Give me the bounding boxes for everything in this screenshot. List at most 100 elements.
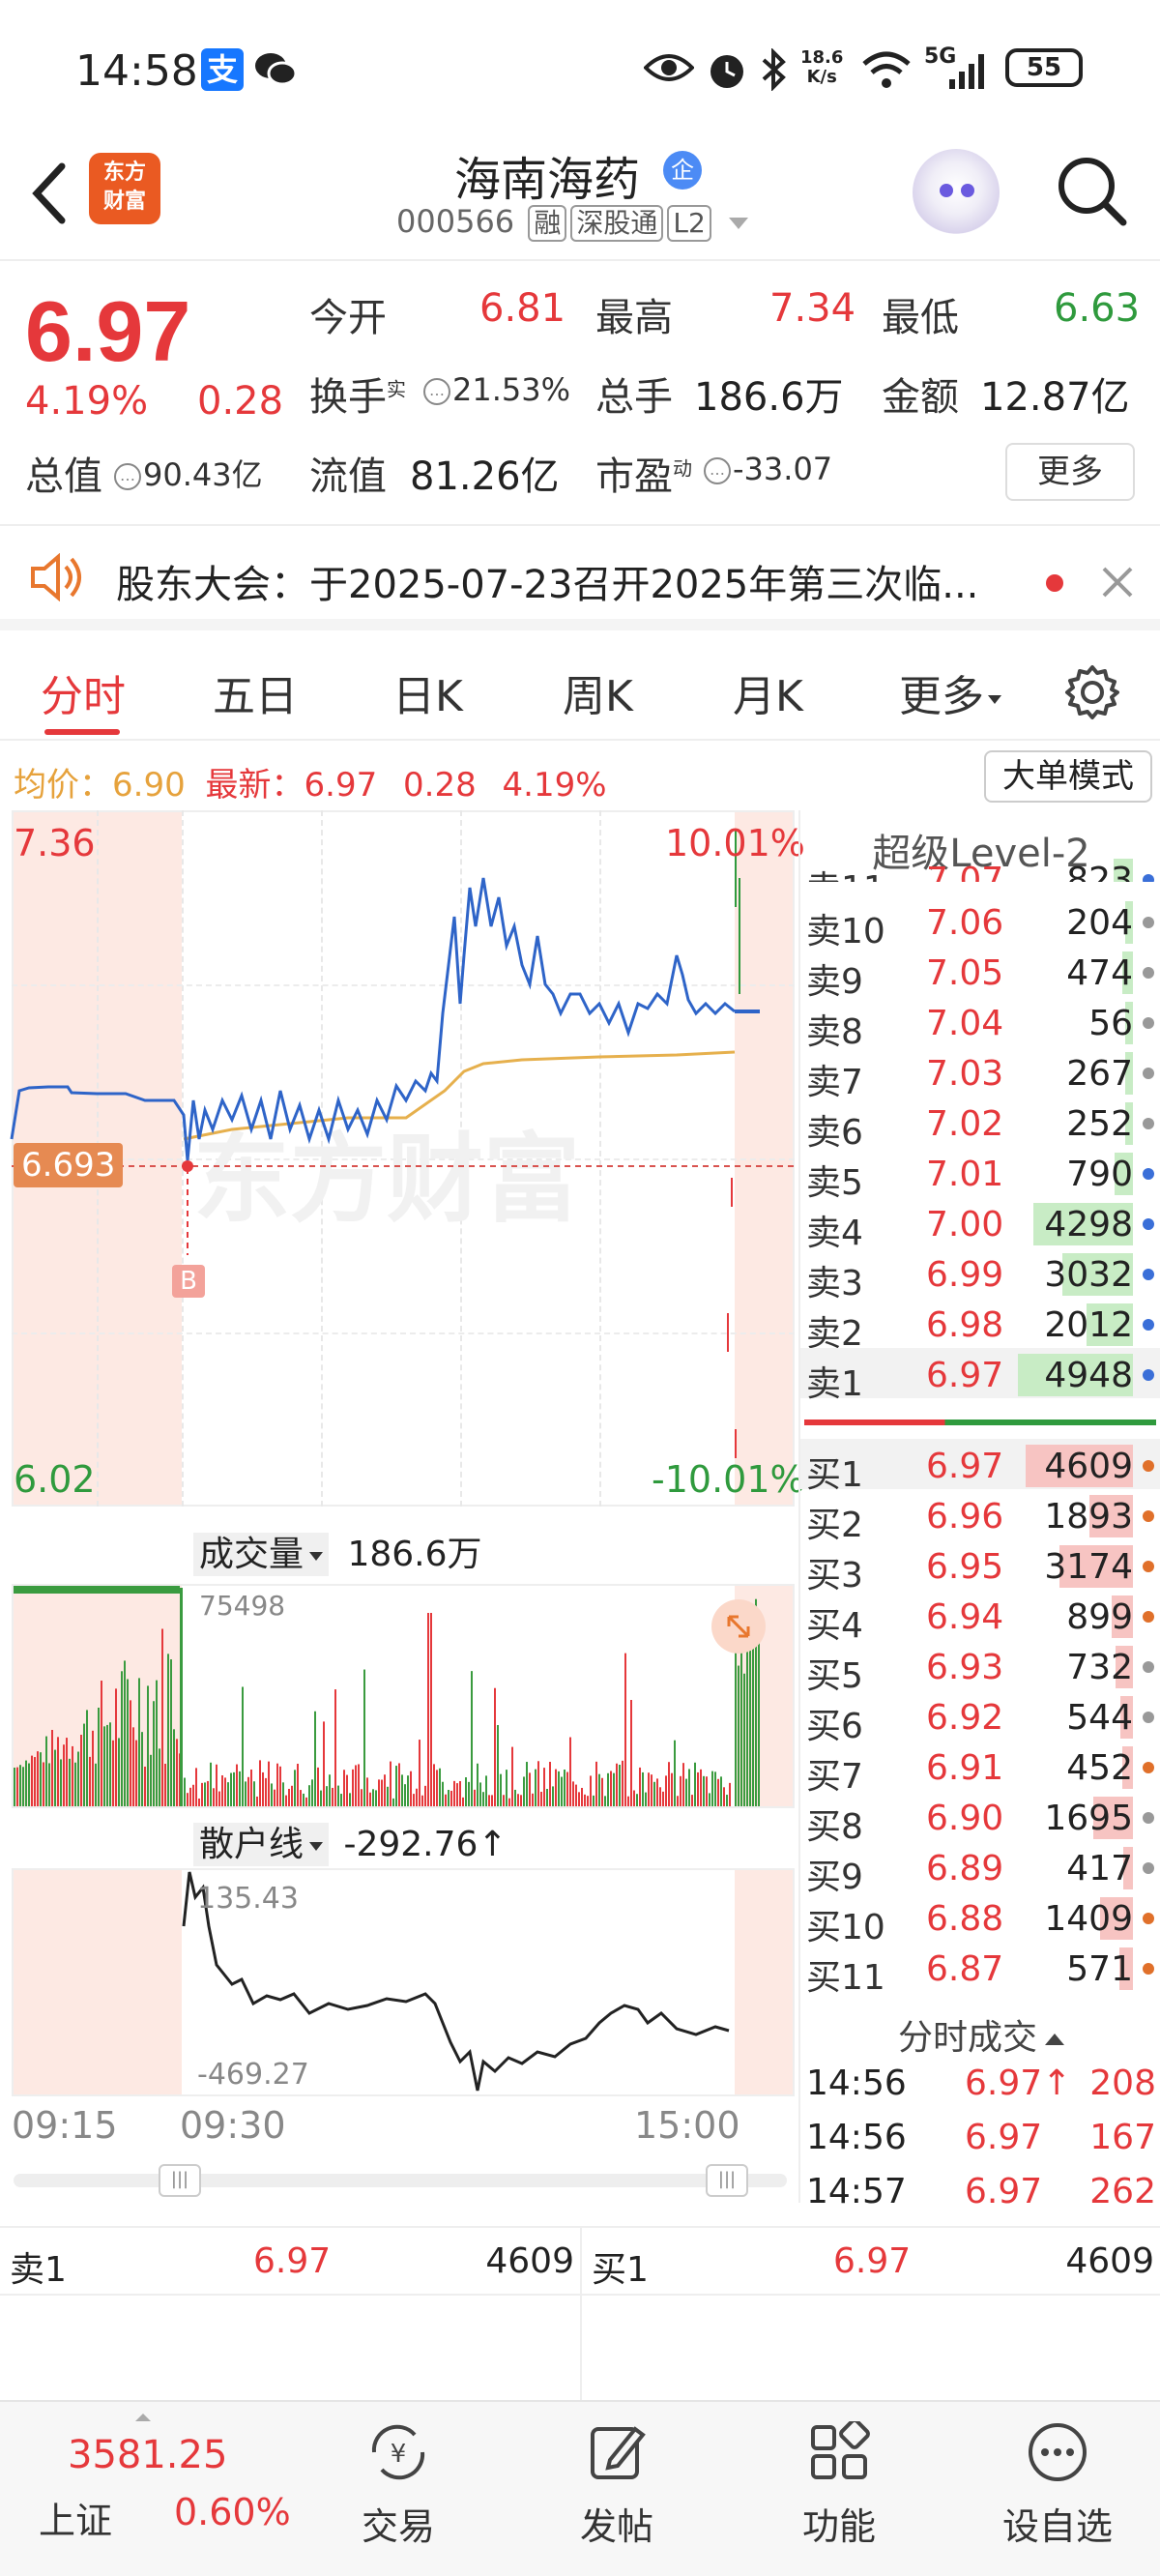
- bid-volume: 1409: [1044, 1899, 1133, 1939]
- status-dot-icon: [1143, 1963, 1154, 1975]
- info-icon[interactable]: …: [423, 378, 450, 405]
- search-icon[interactable]: [1054, 153, 1131, 230]
- ask-row[interactable]: 卖2 6.98 2012: [800, 1298, 1160, 1354]
- trade-time: 14:57: [806, 2172, 907, 2211]
- bid-volume: 4609: [1044, 1447, 1133, 1486]
- order-book[interactable]: 超级Level-2 卖117.07823卖107.06204卖97.05474卖…: [798, 810, 1160, 2211]
- ask-volume: 56: [1088, 1004, 1133, 1043]
- notice-text[interactable]: 股东大会：于2025-07-23召开2025年第三次临...: [116, 553, 978, 609]
- bid-row[interactable]: 买1 6.97 4609: [800, 1439, 1160, 1495]
- trade-price: 6.97: [965, 2118, 1043, 2157]
- time-axis-start: 09:15: [12, 2104, 118, 2147]
- eye-icon: [644, 54, 694, 81]
- trades-header[interactable]: 分时成交: [800, 2009, 1160, 2060]
- volume-indicator-select[interactable]: 成交量: [193, 1533, 330, 1576]
- brand-logo[interactable]: 东方 财富: [89, 153, 160, 224]
- ask-row[interactable]: 卖8 7.04 56: [800, 996, 1160, 1052]
- amount-label: 金额: [882, 375, 959, 420]
- trade-time: 14:56: [806, 2064, 907, 2103]
- tab-monthly-k[interactable]: 月K: [733, 661, 803, 723]
- avg-label: 均价：: [14, 766, 112, 805]
- bid-price: 6.95: [926, 1547, 1004, 1587]
- bid-row[interactable]: 买9 6.89 417: [800, 1841, 1160, 1897]
- close-icon[interactable]: [1098, 563, 1137, 601]
- more-dots-icon: [1029, 2423, 1087, 2481]
- assistant-robot-icon[interactable]: [913, 149, 1000, 236]
- ask-volume: 4948: [1044, 1356, 1133, 1395]
- big-order-mode-button[interactable]: 大单模式: [984, 750, 1152, 803]
- ask-price: 7.07: [926, 861, 1004, 882]
- ask-row[interactable]: 卖6 7.02 252: [800, 1097, 1160, 1153]
- back-arrow-icon[interactable]: [19, 155, 77, 232]
- company-badge-icon[interactable]: 企: [663, 151, 702, 190]
- bid-volume: 3174: [1044, 1547, 1133, 1587]
- ask-row[interactable]: 卖10 7.06 204: [800, 895, 1160, 951]
- ask-row[interactable]: 卖5 7.01 790: [800, 1147, 1160, 1203]
- tab-more[interactable]: 更多: [899, 661, 1001, 723]
- nav-functions[interactable]: 功能: [762, 2418, 916, 2550]
- retail-value: -292.76↑: [343, 1825, 508, 1864]
- nav-post[interactable]: 发帖: [539, 2421, 694, 2550]
- nav-add-watchlist[interactable]: 设自选: [980, 2421, 1135, 2550]
- volume-max-label: 75498: [199, 1590, 286, 1622]
- ask-row[interactable]: 卖4 7.00 4298: [800, 1197, 1160, 1253]
- bid-row[interactable]: 买11 6.87 571: [800, 1942, 1160, 1998]
- stock-code: 000566: [396, 203, 515, 240]
- tab-weekly-k[interactable]: 周K: [563, 661, 633, 723]
- time-axis-open: 09:30: [180, 2104, 286, 2147]
- turnover-value: 21.53%: [452, 371, 571, 408]
- latest-change-pct: 4.19%: [502, 766, 607, 805]
- stock-header: 东方 财富 海南海药 企 000566 融深股通 L2: [0, 135, 1160, 261]
- chart-area[interactable]: 东方财富 7.36 10.01% 6.02 -10.01% 6.693 B 成交…: [0, 810, 805, 2203]
- turnover-row: … 21.53%: [421, 371, 570, 408]
- expand-icon[interactable]: [711, 1599, 766, 1654]
- info-icon[interactable]: …: [114, 463, 141, 490]
- best-sell-label: 卖1: [10, 2250, 67, 2290]
- index-name: 上证: [39, 2500, 113, 2542]
- ask-row[interactable]: 卖9 7.05 474: [800, 946, 1160, 1002]
- bid-volume: 544: [1066, 1698, 1133, 1738]
- mktcap-row: … 90.43亿: [112, 451, 263, 495]
- trade-volume: 262: [1089, 2172, 1156, 2211]
- bid-price: 6.88: [926, 1899, 1004, 1939]
- intraday-price-line: [10, 877, 736, 1161]
- bid-level-label: 买11: [806, 1958, 885, 1998]
- bid-row[interactable]: 买10 6.88 1409: [800, 1891, 1160, 1947]
- ask-price: 6.99: [926, 1255, 1004, 1295]
- bid-row[interactable]: 买3 6.95 3174: [800, 1539, 1160, 1595]
- edit-icon: [591, 2426, 646, 2479]
- ask-volume: 4298: [1044, 1205, 1133, 1244]
- bid-row[interactable]: 买7 6.91 452: [800, 1741, 1160, 1797]
- status-bar: 14:58 支 18.6 K/s 5G 55: [0, 0, 1160, 135]
- ask-volume: 252: [1066, 1104, 1133, 1144]
- more-button[interactable]: 更多: [1005, 443, 1135, 501]
- range-slider-track[interactable]: [14, 2174, 787, 2187]
- ask-row[interactable]: 卖1 6.97 4948: [800, 1348, 1160, 1404]
- notice-bar[interactable]: 股东大会：于2025-07-23召开2025年第三次临...: [0, 524, 1160, 630]
- tab-daily-k[interactable]: 日K: [392, 661, 463, 723]
- retail-indicator-select[interactable]: 散户线: [193, 1823, 330, 1866]
- bid-row[interactable]: 买6 6.92 544: [800, 1690, 1160, 1746]
- trade-row: 14:56 6.97 167: [800, 2118, 1160, 2172]
- bottom-nav: 3581.25 上证 0.60% ¥ 交易 发帖 功能 设自选: [0, 2400, 1160, 2576]
- tab-active-indicator: [44, 729, 120, 735]
- ask-row[interactable]: 卖7 7.03 267: [800, 1046, 1160, 1102]
- info-icon[interactable]: …: [704, 457, 731, 484]
- bid-row[interactable]: 买2 6.96 1893: [800, 1489, 1160, 1545]
- range-slider-right-handle[interactable]: |||: [706, 2164, 748, 2197]
- chevron-down-icon[interactable]: [728, 218, 748, 229]
- range-slider-left-handle[interactable]: |||: [159, 2164, 201, 2197]
- tab-intraday[interactable]: 分时: [41, 661, 126, 723]
- tab-five-day[interactable]: 五日: [213, 661, 298, 723]
- bid-volume: 899: [1066, 1597, 1133, 1637]
- ask-row[interactable]: 卖11 7.07 823: [800, 853, 1160, 882]
- bid-ask-ratio-bar: [804, 1420, 1156, 1425]
- turnover-label: 换手实: [309, 375, 406, 420]
- bid-row[interactable]: 买5 6.93 732: [800, 1640, 1160, 1696]
- buy-marker[interactable]: B: [172, 1265, 205, 1298]
- bid-row[interactable]: 买8 6.90 1695: [800, 1791, 1160, 1847]
- settings-gear-icon[interactable]: [1063, 663, 1121, 721]
- bid-row[interactable]: 买4 6.94 899: [800, 1590, 1160, 1646]
- nav-trade[interactable]: ¥ 交易: [321, 2421, 476, 2550]
- ask-row[interactable]: 卖3 6.99 3032: [800, 1247, 1160, 1303]
